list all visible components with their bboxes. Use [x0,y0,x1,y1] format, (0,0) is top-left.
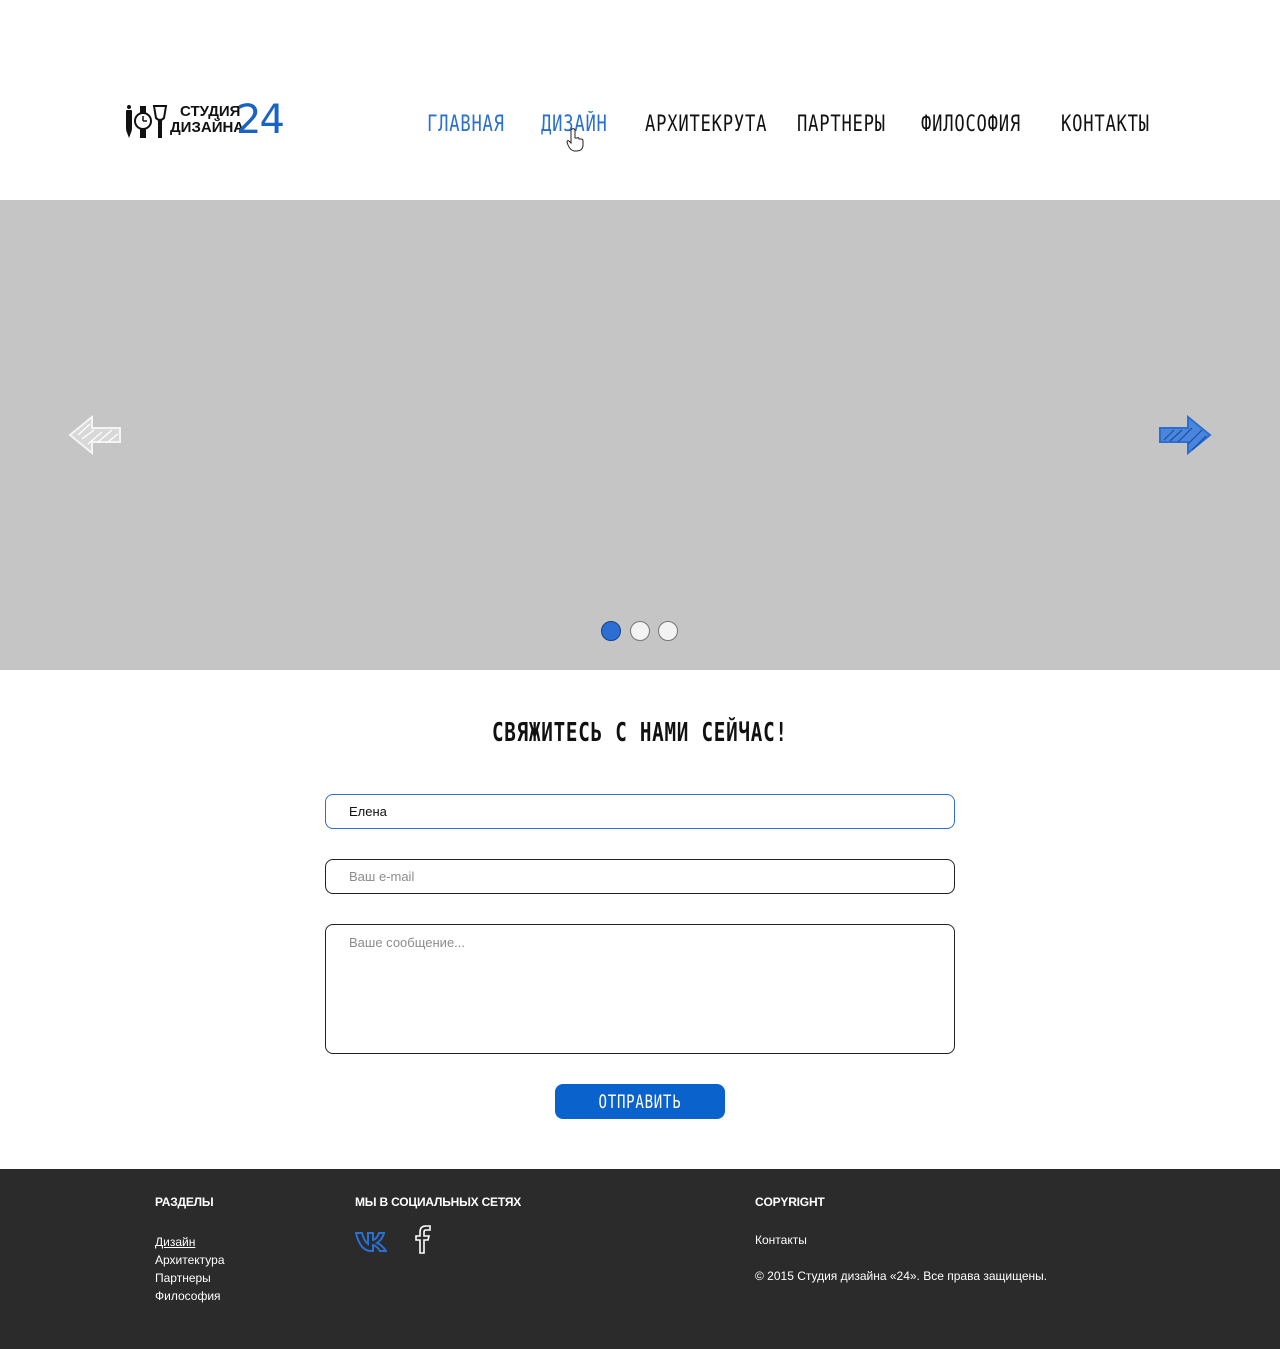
nav-item-home[interactable]: Главная [427,112,505,137]
footer-link-partners[interactable]: Партнеры [155,1269,225,1287]
slider-dot-2[interactable] [630,621,650,641]
contact-title: Свяжитесь с нами сейчас! [0,718,1280,748]
nav-item-architecture[interactable]: Архитекрута [645,112,767,137]
hand-cursor-icon [566,128,584,152]
footer-contacts-link[interactable]: Контакты [755,1233,807,1247]
facebook-icon[interactable] [413,1225,433,1255]
footer-copyright-text: © 2015 Студия дизайна «24». Все права за… [755,1269,1048,1283]
nav-item-philosophy[interactable]: Философия [921,112,1021,137]
nav-item-contacts[interactable]: Контакты [1061,112,1150,137]
footer-link-design[interactable]: Дизайн [155,1233,225,1251]
nav-item-partners[interactable]: Партнеры [797,112,886,137]
submit-button-label: Отправить [598,1090,682,1113]
slider-dot-1[interactable] [601,621,621,641]
next-arrow-icon[interactable] [1158,414,1212,456]
vk-icon[interactable] [355,1225,387,1255]
slider-dot-3[interactable] [658,621,678,641]
logo-line1: СТУДИЯ [180,103,241,120]
name-field[interactable] [325,794,955,829]
site-footer: Разделы Дизайн Архитектура Партнеры Фило… [0,1169,1280,1349]
site-header: СТУДИЯ ДИЗАЙНА 24 Главная Дизайн Архитек… [0,0,1280,200]
footer-social-heading: Мы в социальных сетях [355,1195,522,1209]
hero-slider [0,200,1280,670]
footer-link-philosophy[interactable]: Философия [155,1287,225,1305]
prev-arrow-icon[interactable] [68,414,122,456]
footer-copyright-heading: Copyright [755,1195,825,1209]
logo-text: СТУДИЯ ДИЗАЙНА [170,104,244,136]
tools-logo-icon [126,105,168,138]
footer-link-architecture[interactable]: Архитектура [155,1251,225,1269]
submit-button[interactable]: Отправить [555,1084,725,1119]
logo-number: 24 [236,97,285,143]
email-field[interactable] [325,859,955,894]
logo-line2: ДИЗАЙНА [170,119,245,136]
logo[interactable]: СТУДИЯ ДИЗАЙНА 24 [124,97,285,143]
message-field[interactable] [325,924,955,1054]
footer-sections-list: Дизайн Архитектура Партнеры Философия [155,1233,225,1305]
contact-title-text: Свяжитесь с нами сейчас! [492,718,788,748]
footer-sections-heading: Разделы [155,1195,214,1209]
